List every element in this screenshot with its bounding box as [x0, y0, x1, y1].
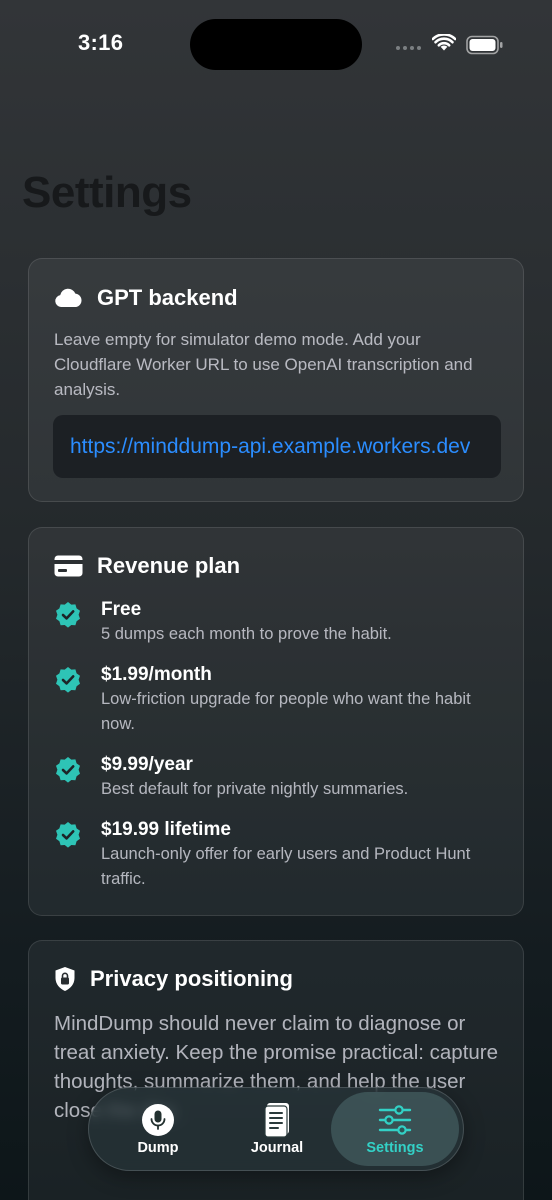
gpt-backend-header: GPT backend	[54, 285, 238, 311]
journal-icon	[262, 1102, 292, 1138]
plan-name: $19.99 lifetime	[101, 819, 231, 840]
tab-journal-label: Journal	[250, 1140, 304, 1156]
worker-url-field[interactable]: https://minddump-api.example.workers.dev	[53, 415, 501, 478]
wifi-icon	[431, 33, 457, 57]
cloud-icon	[54, 288, 83, 308]
worker-url-value: https://minddump-api.example.workers.dev	[70, 434, 471, 458]
revenue-plan-card: Revenue plan Free 5 dumps each month to …	[28, 527, 524, 916]
gpt-backend-description: Leave empty for simulator demo mode. Add…	[54, 330, 473, 399]
tab-dump-label: Dump	[137, 1140, 179, 1156]
plan-name: Free	[101, 599, 142, 620]
tab-settings-label: Settings	[366, 1140, 424, 1156]
plan-description: Best default for private nightly summari…	[101, 780, 409, 798]
revenue-plan-title: Revenue plan	[97, 553, 241, 578]
plan-item: Free 5 dumps each month to prove the hab…	[54, 598, 503, 647]
tab-bar: Dump Journal Settings	[88, 1087, 464, 1171]
battery-icon	[466, 35, 504, 60]
privacy-title: Privacy positioning	[90, 966, 293, 991]
plan-name: $1.99/month	[101, 664, 212, 685]
credit-card-icon	[54, 555, 83, 577]
microphone-icon	[141, 1102, 175, 1138]
gpt-backend-card: GPT backend Leave empty for simulator de…	[28, 258, 524, 502]
cellular-signal-icon	[396, 46, 421, 50]
check-badge-icon	[54, 666, 82, 694]
status-time: 3:16	[78, 30, 124, 55]
check-badge-icon	[54, 756, 82, 784]
check-badge-icon	[54, 601, 82, 629]
tab-journal[interactable]: Journal	[222, 1092, 332, 1166]
plan-name: $9.99/year	[101, 754, 193, 775]
sliders-icon	[378, 1102, 412, 1138]
check-badge-icon	[54, 821, 82, 849]
tab-settings[interactable]: Settings	[331, 1092, 459, 1166]
plan-item: $19.99 lifetime Launch-only offer for ea…	[54, 818, 503, 892]
gpt-backend-title: GPT backend	[97, 285, 238, 310]
plan-item: $9.99/year Best default for private nigh…	[54, 753, 503, 802]
lock-shield-icon	[54, 966, 76, 992]
plan-item: $1.99/month Low-friction upgrade for peo…	[54, 663, 503, 737]
plan-description: Launch-only offer for early users and Pr…	[101, 845, 471, 888]
privacy-header: Privacy positioning	[54, 966, 293, 992]
dynamic-island	[190, 19, 362, 70]
tab-dump[interactable]: Dump	[103, 1092, 213, 1166]
plan-description: 5 dumps each month to prove the habit.	[101, 625, 392, 643]
page-title: Settings	[22, 168, 192, 217]
revenue-plan-header: Revenue plan	[54, 553, 240, 579]
plan-description: Low-friction upgrade for people who want…	[101, 690, 471, 733]
